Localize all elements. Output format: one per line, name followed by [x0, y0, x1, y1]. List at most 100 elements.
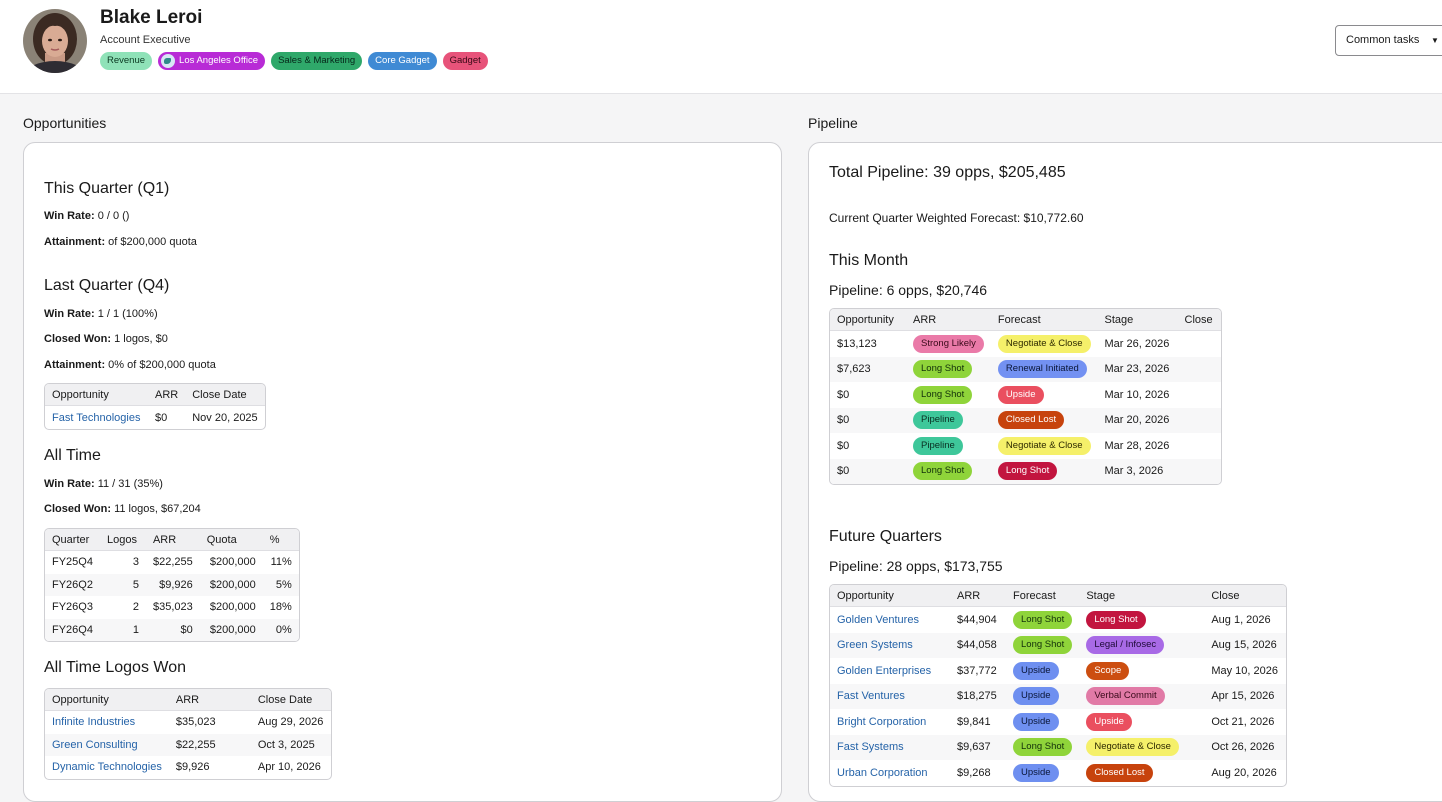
column-header: Opportunity	[830, 585, 950, 607]
close-date-cell: Aug 15, 2026	[1204, 632, 1287, 658]
opportunity-link[interactable]: Fast Technologies	[52, 412, 140, 424]
stage-badge: Negotiate & Close	[1086, 738, 1179, 757]
stat-value: 0% of $200,000 quota	[108, 359, 216, 371]
forecast-badge: Long Shot	[913, 385, 973, 404]
stat-label: Closed Won:	[44, 333, 112, 345]
stat-label: Attainment:	[44, 236, 106, 248]
table-cell: 3	[132, 556, 139, 569]
pipeline-card: Total Pipeline: 39 opps, $205,485 Curren…	[808, 142, 1442, 802]
stat-label: Win Rate:	[44, 478, 95, 490]
opportunity-link[interactable]: Fast Systems	[837, 741, 904, 753]
column-header: ARR	[148, 384, 186, 406]
tag-gadget[interactable]: Gadget	[442, 52, 488, 70]
table-row: FY25Q4 3 $22,255 $200,000 11%	[45, 551, 299, 574]
globe-icon	[161, 54, 176, 68]
tag-label: Sales & Marketing	[278, 55, 356, 66]
table-cell: Apr 10, 2026	[257, 761, 321, 774]
opportunity-link[interactable]: Golden Enterprises	[837, 665, 931, 677]
table-cell: $200,000	[199, 573, 263, 596]
stage-badge: Long Shot	[1086, 610, 1146, 629]
table-row: Fast Technologies $0 Nov 20, 2025	[45, 406, 265, 429]
table-cell: $22,255	[152, 556, 193, 569]
close-date-cell: Mar 10, 2026	[1104, 388, 1170, 401]
tag-sales-marketing[interactable]: Sales & Marketing	[271, 52, 363, 70]
table-cell: $22,255	[168, 733, 251, 756]
stat-value: of $200,000 quota	[108, 236, 197, 248]
opportunity-link[interactable]: Fast Ventures	[837, 690, 905, 702]
opportunity-link[interactable]: Bright Corporation	[837, 716, 926, 728]
table-cell: 5	[99, 573, 146, 596]
arr-cell: $0	[830, 407, 906, 433]
stage-badge: Verbal Commit	[1086, 687, 1165, 706]
table-cell: $9,926	[175, 761, 210, 774]
column-header: %	[262, 529, 299, 551]
close-date-cell: Oct 21, 2026	[1211, 715, 1275, 728]
future-quarters-heading: Future Quarters	[829, 528, 942, 545]
table-cell: 1	[99, 618, 146, 641]
tag-label: Gadget	[449, 55, 481, 66]
tag-core-gadget[interactable]: Core Gadget	[368, 52, 437, 70]
tag-los-angeles-office[interactable]: Los Angeles Office	[158, 52, 266, 70]
stage-badge: Long Shot	[997, 462, 1058, 481]
table-cell: $0	[155, 411, 168, 424]
forecast-badge: Long Shot	[913, 360, 973, 379]
opportunity-link[interactable]: Infinite Industries	[52, 716, 135, 728]
table-row: $0 Pipeline Closed Lost Mar 20, 2026	[830, 407, 1221, 433]
forecast-badge: Long Shot	[1013, 738, 1073, 757]
arr-cell: $37,772	[957, 664, 997, 677]
stage-badge: Upside	[997, 385, 1044, 404]
user-name: Blake Leroi	[100, 7, 203, 28]
forecast-badge: Long Shot	[913, 462, 973, 481]
table-row: $13,123 Strong Likely Negotiate & Close …	[830, 331, 1221, 357]
close-date-cell: Mar 20, 2026	[1097, 407, 1178, 433]
stat-label: Attainment:	[44, 359, 106, 371]
column-header: ARR	[906, 309, 991, 331]
close-date-cell: Apr 15, 2026	[1204, 683, 1287, 709]
stat-label: Closed Won:	[44, 503, 112, 515]
opportunity-link[interactable]: Green Consulting	[52, 739, 138, 751]
table-row: Dynamic Technologies $9,926 Apr 10, 2026	[45, 756, 331, 779]
common-tasks-button[interactable]: Common tasks ▼	[1335, 25, 1442, 56]
table-cell: $200,000	[209, 556, 256, 569]
opportunity-link[interactable]: Golden Ventures	[837, 614, 919, 626]
stage-badge: Legal / Infosec	[1086, 636, 1165, 655]
forecast-badge: Upside	[1013, 712, 1059, 731]
table-cell: FY26Q3	[52, 601, 93, 614]
last-quarter-table: Opportunity ARR Close Date Fast Technolo…	[44, 383, 267, 430]
opportunity-link[interactable]: Urban Corporation	[837, 767, 928, 779]
forecast-badge: Long Shot	[1013, 636, 1073, 655]
column-header: Close	[1177, 309, 1221, 331]
table-row: Fast Systems $9,637 Long Shot Negotiate …	[830, 734, 1287, 760]
tag-revenue[interactable]: Revenue	[100, 52, 153, 70]
arr-cell: $9,268	[957, 766, 991, 779]
table-cell: $9,926	[145, 573, 200, 596]
close-date-cell: Aug 20, 2026	[1211, 766, 1277, 779]
forecast-badge: Upside	[1013, 687, 1059, 706]
opportunity-link[interactable]: Dynamic Technologies	[52, 761, 162, 773]
close-date-cell: Oct 26, 2026	[1204, 734, 1287, 760]
close-date-cell: May 10, 2026	[1211, 664, 1278, 677]
table-row: Infinite Industries $35,023 Aug 29, 2026	[45, 711, 331, 734]
last-quarter-closed-won: Closed Won: 1 logos, $0	[44, 333, 168, 345]
table-cell: Oct 3, 2025	[250, 733, 331, 756]
this-quarter-heading: This Quarter (Q1)	[44, 180, 170, 197]
stat-value: 1 / 1 (100%)	[97, 308, 158, 320]
column-header: Close Date	[250, 689, 331, 711]
arr-cell: $44,058	[950, 632, 1006, 658]
stat-value: 11 logos, $67,204	[114, 503, 201, 515]
opportunity-link[interactable]: Green Systems	[837, 639, 913, 651]
stage-badge: Negotiate & Close	[997, 436, 1091, 455]
stage-badge: Negotiate & Close	[997, 334, 1091, 353]
weighted-forecast: Current Quarter Weighted Forecast: $10,7…	[829, 211, 1084, 225]
table-cell: Aug 29, 2026	[257, 716, 324, 729]
logos-won-heading: All Time Logos Won	[44, 659, 186, 676]
column-header: Close Date	[185, 384, 266, 406]
table-cell: $35,023	[152, 601, 193, 614]
this-month-table: Opportunity ARR Forecast Stage Close $13…	[829, 308, 1222, 485]
last-quarter-heading: Last Quarter (Q4)	[44, 277, 170, 294]
table-cell: Nov 20, 2025	[192, 411, 258, 424]
table-cell: $35,023	[175, 716, 216, 729]
forecast-badge: Long Shot	[1013, 610, 1073, 629]
arr-cell: $13,123	[837, 337, 877, 350]
forecast-badge: Pipeline	[913, 436, 963, 455]
